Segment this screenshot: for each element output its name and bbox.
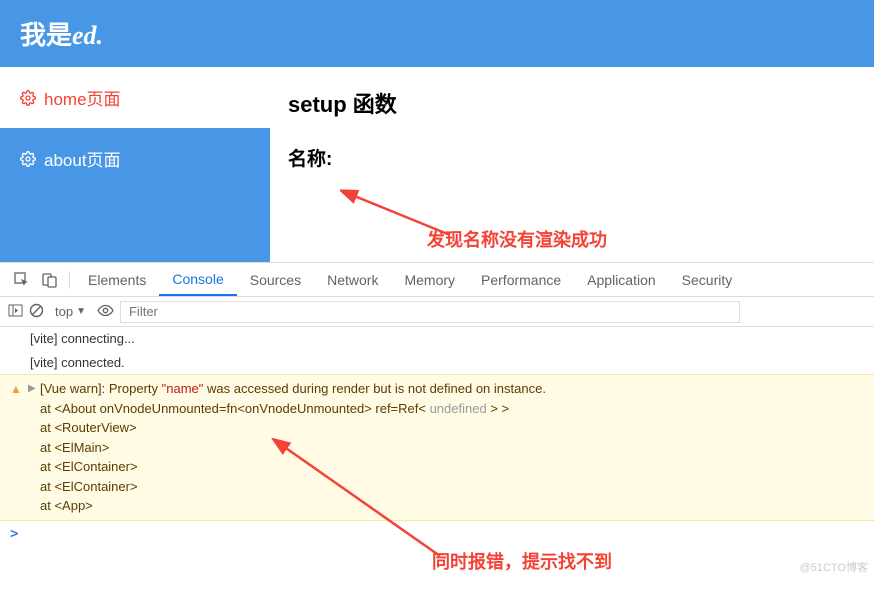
stack-line: at <App> bbox=[10, 496, 864, 516]
annotation-bottom: 同时报错，提示找不到 bbox=[432, 548, 612, 574]
expand-icon[interactable]: ▶ bbox=[28, 381, 36, 396]
watermark: @51CTO博客 bbox=[800, 559, 868, 575]
eye-icon[interactable] bbox=[97, 302, 114, 322]
tab-security[interactable]: Security bbox=[669, 263, 746, 296]
header-title-part2: ed. bbox=[72, 21, 103, 50]
tab-network[interactable]: Network bbox=[314, 263, 391, 296]
inspect-icon[interactable] bbox=[8, 272, 36, 288]
console-log-line: [vite] connecting... bbox=[0, 327, 874, 351]
divider bbox=[69, 271, 70, 289]
sidebar-toggle-icon[interactable] bbox=[8, 303, 23, 321]
sidebar-item-label: about页面 bbox=[44, 146, 121, 171]
console-body: [vite] connecting... [vite] connected. ▲… bbox=[0, 327, 874, 548]
gear-icon bbox=[20, 151, 36, 167]
clear-console-icon[interactable] bbox=[29, 303, 44, 321]
tab-application[interactable]: Application bbox=[574, 263, 669, 296]
tab-memory[interactable]: Memory bbox=[391, 263, 468, 296]
device-toggle-icon[interactable] bbox=[36, 272, 64, 288]
sidebar-item-label: home页面 bbox=[44, 85, 121, 110]
context-selector[interactable]: top ▼ bbox=[50, 304, 91, 319]
warning-icon: ▲ bbox=[10, 380, 22, 398]
tab-sources[interactable]: Sources bbox=[237, 263, 314, 296]
console-prompt[interactable]: > bbox=[0, 521, 874, 548]
stack-line: at <ElContainer> bbox=[10, 457, 864, 477]
devtools-tabs: Elements Console Sources Network Memory … bbox=[0, 262, 874, 297]
stack-line: at <ElMain> bbox=[10, 438, 864, 458]
stack-line: at <ElContainer> bbox=[10, 477, 864, 497]
console-log-line: [vite] connected. bbox=[0, 351, 874, 375]
context-label: top bbox=[55, 304, 73, 319]
tab-performance[interactable]: Performance bbox=[468, 263, 574, 296]
warning-message: [Vue warn]: Property "name" was accessed… bbox=[10, 379, 864, 399]
gear-icon bbox=[20, 90, 36, 106]
sidebar-item-home[interactable]: home页面 bbox=[0, 67, 270, 128]
app-header: 我是ed. bbox=[0, 0, 874, 67]
console-warning: ▲ ▶ [Vue warn]: Property "name" was acce… bbox=[0, 374, 874, 521]
stack-line: at <RouterView> bbox=[10, 418, 864, 438]
tab-elements[interactable]: Elements bbox=[75, 263, 159, 296]
sidebar: home页面 about页面 bbox=[0, 67, 270, 262]
content-heading: setup 函数 bbox=[288, 87, 856, 119]
content-name-label: 名称: bbox=[288, 144, 856, 171]
stack-line: at <About onVnodeUnmounted=fn<onVnodeUnm… bbox=[10, 399, 864, 419]
filter-input[interactable] bbox=[120, 301, 740, 323]
console-toolbar: top ▼ bbox=[0, 297, 874, 327]
sidebar-item-about[interactable]: about页面 bbox=[0, 128, 270, 189]
chevron-down-icon: ▼ bbox=[76, 306, 86, 317]
annotation-top: 发现名称没有渲染成功 bbox=[427, 226, 607, 252]
header-title-part1: 我是 bbox=[20, 20, 72, 50]
tab-console[interactable]: Console bbox=[159, 263, 236, 296]
